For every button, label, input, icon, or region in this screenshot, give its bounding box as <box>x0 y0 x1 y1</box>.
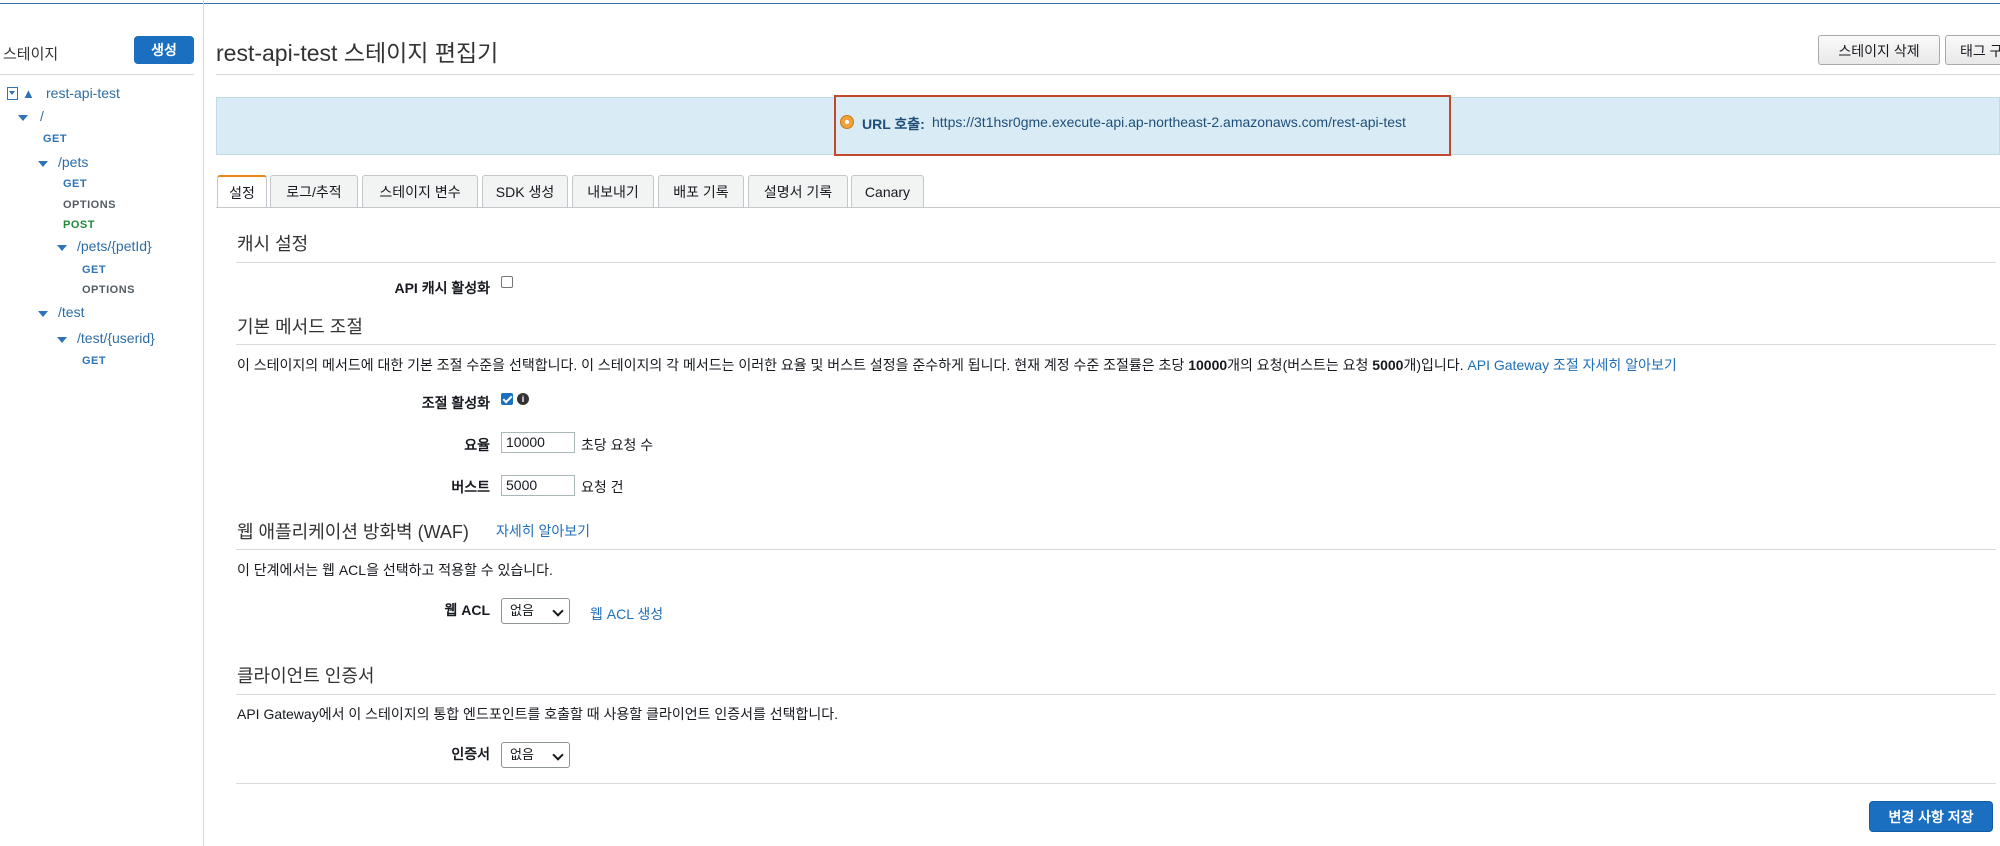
tree-method-pets-post[interactable]: POST <box>63 219 95 231</box>
rate-label: 요율 <box>464 437 490 453</box>
save-changes-button[interactable]: 변경 사항 저장 <box>1869 801 1993 832</box>
stages-sidebar: 스테이지 생성 ▲ rest-api-test / GET /pets GET … <box>0 0 204 846</box>
throttling-enable-label: 조절 활성화 <box>421 395 490 411</box>
certificate-value: 없음 <box>510 747 534 762</box>
tree-resource-petid[interactable]: /pets/{petId} <box>77 238 152 254</box>
chevron-down-icon <box>552 605 564 617</box>
waf-learn-more-link[interactable]: 자세히 알아보기 <box>496 521 590 541</box>
web-acl-label: 웹 ACL <box>444 602 490 618</box>
caret-down-icon[interactable] <box>18 115 28 121</box>
api-cache-label: API 캐시 활성화 <box>394 280 490 296</box>
create-stage-button[interactable]: 생성 <box>134 36 194 64</box>
info-dot-icon <box>840 115 854 129</box>
throttling-description: 이 스테이지의 메서드에 대한 기본 조절 수준을 선택합니다. 이 스테이지의… <box>237 357 1677 373</box>
waf-section-title: 웹 애플리케이션 방화벽 (WAF) <box>237 522 469 542</box>
tree-method-petid-options[interactable]: OPTIONS <box>82 284 135 296</box>
tab-logs-tracing[interactable]: 로그/추적 <box>270 175 358 207</box>
section-divider <box>236 694 1996 695</box>
burst-label: 버스트 <box>451 479 490 495</box>
client-cert-section-title: 클라이언트 인증서 <box>237 666 375 686</box>
tree-method-petid-get[interactable]: GET <box>82 264 106 276</box>
tree-method-pets-options[interactable]: OPTIONS <box>63 199 116 211</box>
tab-export[interactable]: 내보내기 <box>572 175 654 207</box>
top-border <box>0 0 2000 4</box>
tabs-divider <box>216 207 2000 208</box>
rate-input[interactable]: 10000 <box>501 432 575 453</box>
caret-down-icon[interactable] <box>57 337 67 343</box>
tab-deployment-history[interactable]: 배포 기록 <box>658 175 744 207</box>
certificate-label: 인증서 <box>451 746 490 762</box>
section-divider <box>236 262 1996 263</box>
tree-stage[interactable]: rest-api-test <box>46 85 120 101</box>
throttling-checkbox[interactable] <box>501 393 513 405</box>
client-cert-description: API Gateway에서 이 스테이지의 통합 엔드포인트를 호출할 때 사용… <box>237 706 839 722</box>
caret-down-icon[interactable] <box>57 245 67 251</box>
invoke-url-label: URL 호출: <box>862 116 925 132</box>
caret-down-icon[interactable] <box>38 161 48 167</box>
title-divider <box>216 74 2000 75</box>
create-web-acl-link[interactable]: 웹 ACL 생성 <box>590 604 663 624</box>
api-cache-checkbox[interactable] <box>501 276 513 288</box>
tab-canary[interactable]: Canary <box>851 175 924 207</box>
throttling-section-title: 기본 메서드 조절 <box>237 317 363 337</box>
tree-resource-pets[interactable]: /pets <box>58 154 88 170</box>
waf-description: 이 단계에서는 웹 ACL을 선택하고 적용할 수 있습니다. <box>237 562 553 578</box>
tree-resource-root[interactable]: / <box>40 108 44 124</box>
chevron-down-icon <box>552 749 564 761</box>
info-icon[interactable]: i <box>517 393 529 405</box>
tree-method-pets-get[interactable]: GET <box>63 178 87 190</box>
page-title: rest-api-test 스테이지 편집기 <box>216 40 499 66</box>
tree-method-userid-get[interactable]: GET <box>82 355 106 367</box>
web-acl-value: 없음 <box>510 603 534 618</box>
cache-section-title: 캐시 설정 <box>237 234 309 254</box>
tab-stage-variables[interactable]: 스테이지 변수 <box>362 175 478 207</box>
tab-documentation-history[interactable]: 설명서 기록 <box>748 175 848 207</box>
tree-resource-test[interactable]: /test <box>58 304 84 320</box>
collapse-toggle-icon[interactable] <box>7 87 18 100</box>
certificate-select[interactable]: 없음 <box>501 742 570 768</box>
rate-unit: 초당 요청 수 <box>581 437 654 453</box>
tree-resource-userid[interactable]: /test/{userid} <box>77 330 155 346</box>
section-divider <box>236 549 1996 550</box>
section-divider <box>236 783 1996 784</box>
web-acl-select[interactable]: 없음 <box>501 598 570 624</box>
burst-unit: 요청 건 <box>581 479 624 495</box>
burst-input[interactable]: 5000 <box>501 475 575 496</box>
invoke-url-link[interactable]: https://3t1hsr0gme.execute-api.ap-northe… <box>932 114 1406 130</box>
sidebar-divider <box>0 74 194 75</box>
tab-settings[interactable]: 설정 <box>217 175 267 208</box>
throttling-learn-more-link[interactable]: API Gateway 조절 자세히 알아보기 <box>1467 357 1676 373</box>
section-divider <box>236 344 1996 345</box>
stage-icon: ▲ <box>22 86 35 101</box>
caret-down-icon[interactable] <box>38 311 48 317</box>
tree-method-root-get[interactable]: GET <box>43 133 67 145</box>
sidebar-heading: 스테이지 <box>3 46 59 63</box>
delete-stage-button[interactable]: 스테이지 삭제 <box>1818 35 1940 65</box>
tags-button[interactable]: 태그 구 <box>1945 35 2000 65</box>
tab-sdk-generation[interactable]: SDK 생성 <box>482 175 568 207</box>
